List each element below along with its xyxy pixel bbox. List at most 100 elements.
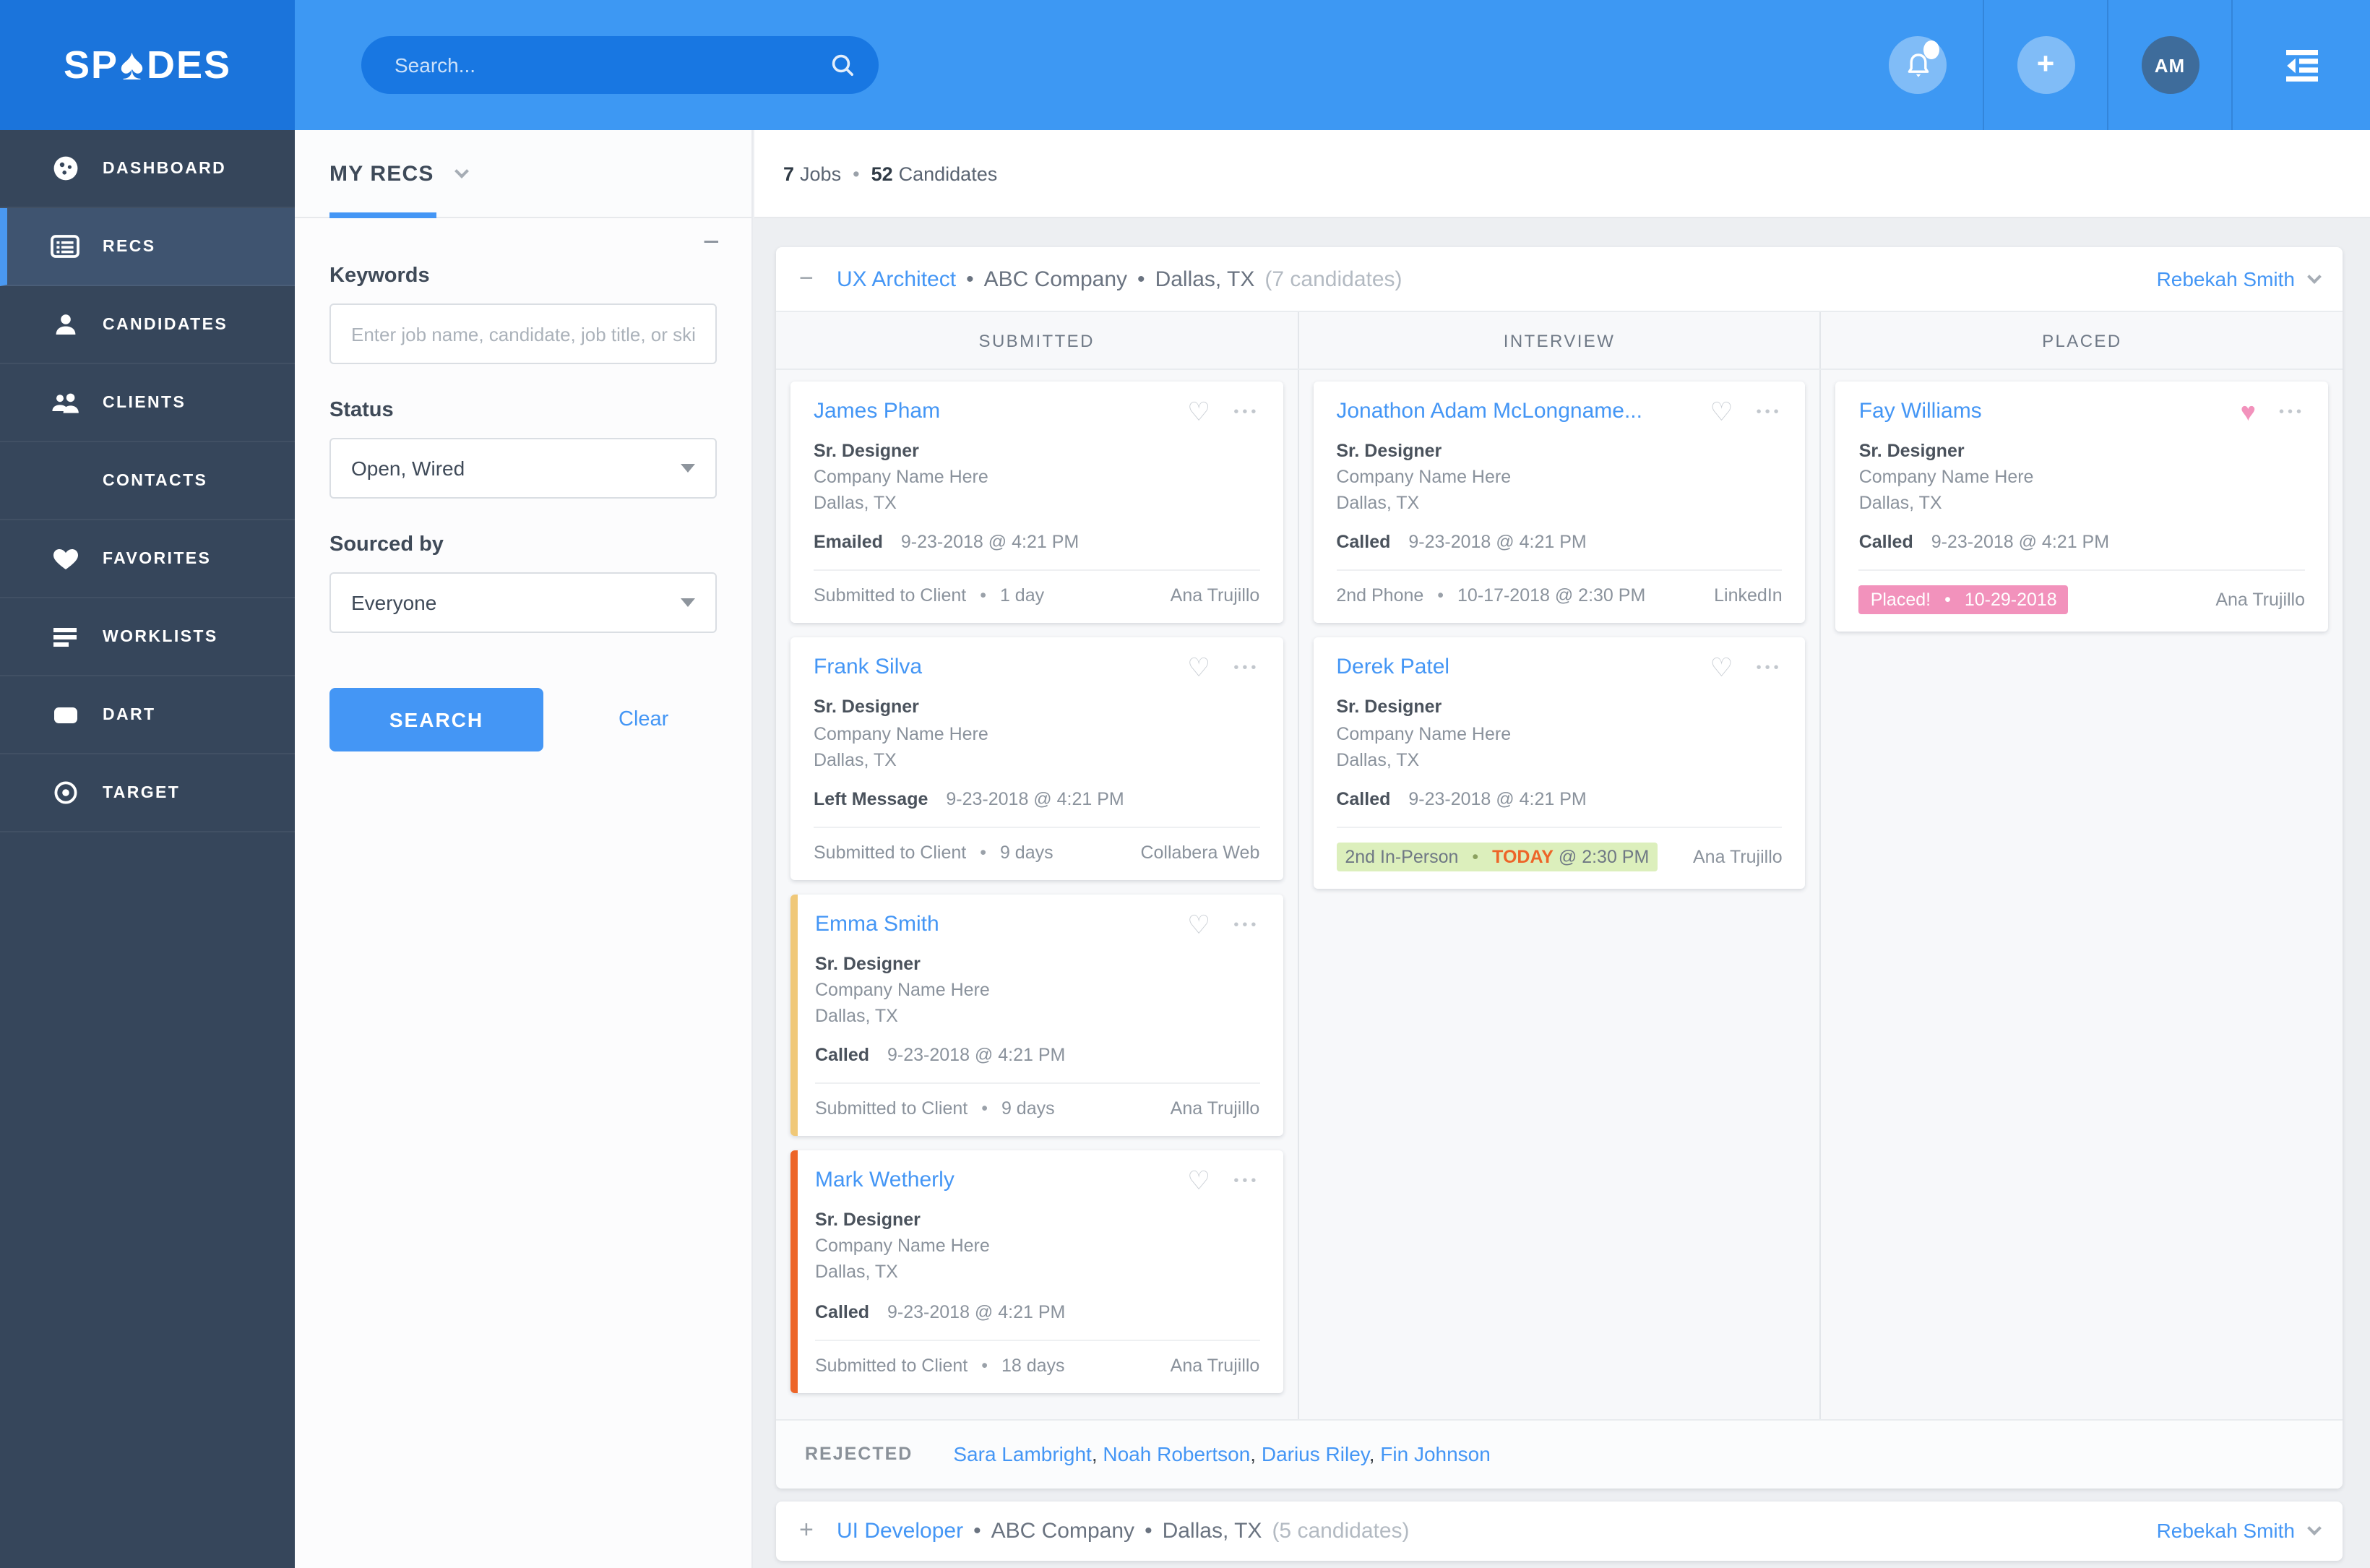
candidate-card[interactable]: Jonathon Adam McLongname... ♡ ••• Sr. De… [1313,382,1806,624]
status-select[interactable]: Open, Wired [329,438,717,499]
candidate-card[interactable]: Emma Smith ♡ ••• Sr. Designer Company Na… [790,894,1283,1137]
candidate-title: Sr. Designer [814,697,919,718]
bullet-separator: • [980,842,986,863]
search-button[interactable]: SEARCH [329,688,543,751]
tab-my-recs[interactable]: MY RECS [329,161,434,186]
avatar-initials: AM [2154,54,2186,76]
stage-info: 1 day [999,585,1045,606]
candidate-card[interactable]: Frank Silva ♡ ••• Sr. Designer Company N… [790,637,1283,880]
sidebar-item-label: FAVORITES [103,550,212,567]
candidate-location: Dallas, TX [814,493,897,514]
job-owner-dropdown[interactable]: Rebekah Smith [2157,1519,2322,1542]
global-search[interactable] [361,36,879,94]
activity-date: 9-23-2018 @ 4:21 PM [900,532,1080,553]
heart-icon [49,547,81,570]
add-button[interactable]: + [2017,36,2074,94]
candidate-name-link[interactable]: Derek Patel [1336,655,1695,680]
candidate-title: Sr. Designer [814,441,919,461]
sidebar-item-dashboard[interactable]: DASHBOARD [0,130,295,208]
collapse-filters-icon[interactable]: − [703,227,720,260]
column-header-placed: PLACED [1819,312,2343,369]
job-title-link[interactable]: UX Architect [837,267,956,291]
favorite-heart-icon[interactable]: ♡ [1710,655,1733,681]
sidebar-item-clients[interactable]: CLIENTS [0,364,295,442]
more-actions-icon[interactable]: ••• [1233,912,1259,934]
stage-label: 2nd Phone [1336,585,1424,606]
favorite-heart-icon[interactable]: ♡ [1187,912,1210,938]
candidate-name-link[interactable]: Jonathon Adam McLongname... [1336,399,1695,423]
rejected-candidate-link[interactable]: Noah Robertson [1103,1442,1250,1465]
sidebar-item-label: DART [103,706,156,723]
expand-job-icon[interactable]: + [799,1516,837,1545]
rejected-candidate-link[interactable]: Darius Riley [1262,1442,1369,1465]
sidebar-item-worklists[interactable]: WORKLISTS [0,598,295,676]
source-name: Ana Trujillo [1170,1355,1260,1375]
activity-type: Called [1336,532,1391,553]
candidate-last-activity: Called 9-23-2018 @ 4:21 PM [1859,533,2305,553]
search-icon[interactable] [831,53,856,77]
favorite-heart-icon[interactable]: ♡ [1710,399,1733,425]
job-owner-dropdown[interactable]: Rebekah Smith [2157,267,2322,290]
activity-date: 9-23-2018 @ 4:21 PM [887,1301,1066,1322]
stage-info: 10-17-2018 @ 2:30 PM [1457,585,1646,606]
collapse-job-icon[interactable]: − [799,264,837,293]
candidate-name-link[interactable]: Frank Silva [814,655,1173,680]
sidebar-item-dart[interactable]: DART [0,676,295,754]
candidate-name-link[interactable]: Mark Wetherly [815,1168,1173,1192]
rejected-candidate-link[interactable]: Fin Johnson [1380,1442,1491,1465]
more-actions-icon[interactable]: ••• [1233,1168,1259,1189]
candidate-last-activity: Emailed 9-23-2018 @ 4:21 PM [814,533,1259,553]
sidebar-item-recs[interactable]: RECS [0,208,295,286]
candidate-card-footer: 2nd Phone • 10-17-2018 @ 2:30 PM LinkedI… [1336,569,1783,606]
bullet-separator: • [1944,590,1951,611]
candidate-name-link[interactable]: James Pham [814,399,1173,423]
favorite-heart-icon[interactable]: ♡ [1187,1168,1210,1194]
sidebar-item-contacts[interactable]: CONTACTS [0,442,295,520]
candidate-name-link[interactable]: Emma Smith [815,912,1173,936]
candidate-title: Sr. Designer [815,1210,921,1231]
job-title-link[interactable]: UI Developer [837,1518,963,1543]
keywords-input[interactable] [329,303,717,364]
global-search-input[interactable] [392,52,831,78]
activity-type: Called [815,1045,870,1066]
favorite-heart-icon[interactable]: ♡ [1187,399,1210,425]
sidebar-item-target[interactable]: TARGET [0,754,295,832]
interview-today-highlight: 2nd In-Person • TODAY @ 2:30 PM [1336,842,1658,871]
candidate-card[interactable]: Fay Williams ♥ ••• Sr. Designer Company … [1835,382,2329,632]
source-name: Ana Trujillo [2215,590,2306,611]
chevron-down-icon[interactable] [454,163,470,178]
candidate-card[interactable]: James Pham ♡ ••• Sr. Designer Company Na… [790,382,1283,624]
more-actions-icon[interactable]: ••• [2279,399,2305,421]
activity-date: 9-23-2018 @ 4:21 PM [1931,532,2110,553]
favorite-heart-icon-filled[interactable]: ♥ [2241,399,2256,425]
candidate-title: Sr. Designer [815,953,921,974]
sidebar-item-label: TARGET [103,784,181,801]
user-avatar[interactable]: AM [2141,36,2199,94]
more-actions-icon[interactable]: ••• [1757,399,1783,421]
candidate-card[interactable]: Mark Wetherly ♡ ••• Sr. Designer Company… [790,1150,1283,1392]
favorite-heart-icon[interactable]: ♡ [1187,655,1210,681]
more-actions-icon[interactable]: ••• [1757,655,1783,677]
candidate-last-activity: Called 9-23-2018 @ 4:21 PM [1336,533,1782,553]
comma-separator: , [1250,1442,1257,1465]
sidebar-item-candidates[interactable]: CANDIDATES [0,286,295,364]
job-header: + UI Developer • ABC Company • Dallas, T… [776,1501,2343,1560]
candidate-card[interactable]: Derek Patel ♡ ••• Sr. Designer Company N… [1313,637,1806,889]
candidate-card-footer: Submitted to Client • 1 day Ana Trujillo [814,569,1260,606]
collapse-menu-icon[interactable] [2282,48,2321,82]
logo-text-pre: SP [63,43,119,86]
sourced-by-select[interactable]: Everyone [329,572,717,633]
more-actions-icon[interactable]: ••• [1233,399,1259,421]
stage-info: 9 days [999,842,1053,863]
clear-button[interactable]: Clear [619,708,668,731]
rejected-candidate-link[interactable]: Sara Lambright [953,1442,1091,1465]
spades-logo[interactable]: SP ♠ DES [0,0,295,130]
more-actions-icon[interactable]: ••• [1233,655,1259,677]
caret-down-icon [681,598,695,607]
sidebar-item-favorites[interactable]: FAVORITES [0,520,295,598]
notifications-button[interactable] [1889,36,1947,94]
candidate-name-link[interactable]: Fay Williams [1859,399,2226,423]
candidate-location: Dallas, TX [815,1262,898,1283]
header-actions: + AM [1853,0,2370,130]
sidebar-item-label: DASHBOARD [103,160,227,177]
